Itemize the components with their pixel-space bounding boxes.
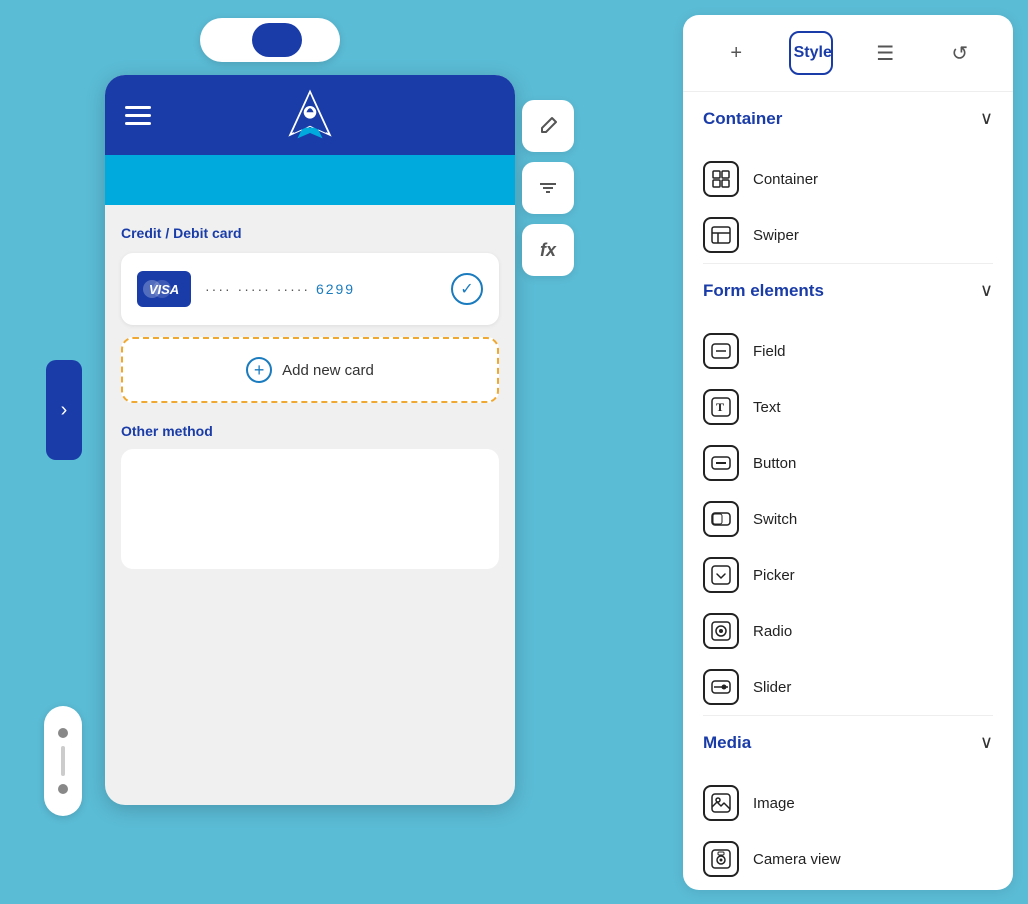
radio-label: Radio bbox=[753, 623, 792, 640]
toggle-bar[interactable] bbox=[200, 18, 340, 62]
swiper-label: Swiper bbox=[753, 227, 799, 244]
phone-header bbox=[105, 75, 515, 155]
button-label: Button bbox=[753, 455, 796, 472]
hamburger-menu-icon[interactable] bbox=[125, 106, 151, 125]
slider-label: Slider bbox=[753, 679, 791, 696]
chevron-right-icon: › bbox=[61, 399, 68, 422]
picker-label: Picker bbox=[753, 567, 795, 584]
switch-label: Switch bbox=[753, 511, 797, 528]
card-item[interactable]: VISA ···· ····· ····· 6299 ✓ bbox=[121, 253, 499, 325]
add-card-label: Add new card bbox=[282, 362, 374, 379]
panel-tab-add[interactable]: + bbox=[714, 31, 758, 75]
card-check-icon: ✓ bbox=[451, 273, 483, 305]
scroll-dot bbox=[58, 728, 68, 738]
other-method-label: Other method bbox=[121, 423, 499, 439]
credit-section-label: Credit / Debit card bbox=[121, 225, 499, 241]
panel-item-text[interactable]: T Text bbox=[683, 379, 1013, 435]
form-section-title: Form elements bbox=[703, 281, 824, 301]
list-icon: ☰ bbox=[876, 41, 894, 66]
radio-icon bbox=[703, 613, 739, 649]
media-section-title: Media bbox=[703, 733, 751, 753]
right-toolbar: fx bbox=[522, 100, 574, 276]
panel-item-map[interactable]: Map bbox=[683, 887, 1013, 890]
phone-frame: Credit / Debit card VISA ···· ····· ····… bbox=[105, 75, 515, 805]
field-label: Field bbox=[753, 343, 786, 360]
panel-tab-style[interactable]: Style bbox=[789, 31, 833, 75]
other-method-box bbox=[121, 449, 499, 569]
button-icon bbox=[703, 445, 739, 481]
toggle-knob bbox=[252, 23, 302, 57]
panel-item-image[interactable]: Image bbox=[683, 775, 1013, 831]
panel-tab-refresh[interactable]: ↺ bbox=[938, 31, 982, 75]
phone-cyan-bar bbox=[105, 155, 515, 205]
style-tab-label: Style bbox=[794, 44, 832, 62]
media-chevron-icon[interactable]: ∨ bbox=[980, 732, 993, 753]
container-chevron-icon[interactable]: ∨ bbox=[980, 108, 993, 129]
scroll-handle[interactable] bbox=[44, 706, 82, 816]
visa-card-icon: VISA bbox=[137, 271, 191, 307]
container-label: Container bbox=[753, 171, 818, 188]
form-chevron-icon[interactable]: ∨ bbox=[980, 280, 993, 301]
container-section-title: Container bbox=[703, 109, 782, 129]
slider-icon bbox=[703, 669, 739, 705]
filter-icon bbox=[537, 177, 559, 199]
form-section-header: Form elements ∨ bbox=[703, 280, 993, 301]
rocket-logo-icon bbox=[283, 88, 337, 142]
card-left: VISA ···· ····· ····· 6299 bbox=[137, 271, 355, 307]
panel-item-field[interactable]: Field bbox=[683, 323, 1013, 379]
picker-icon bbox=[703, 557, 739, 593]
formula-icon: fx bbox=[540, 240, 556, 261]
refresh-icon: ↺ bbox=[951, 41, 968, 66]
right-panel: + Style ☰ ↺ Container ∨ bbox=[683, 15, 1013, 890]
form-elements-section: Form elements ∨ bbox=[683, 264, 1013, 323]
panel-tab-list[interactable]: ☰ bbox=[863, 31, 907, 75]
container-icon bbox=[703, 161, 739, 197]
add-new-card-button[interactable]: + Add new card bbox=[121, 337, 499, 403]
text-icon: T bbox=[703, 389, 739, 425]
formula-toolbar-button[interactable]: fx bbox=[522, 224, 574, 276]
phone-content: Credit / Debit card VISA ···· ····· ····… bbox=[105, 205, 515, 589]
container-section: Container ∨ bbox=[683, 92, 1013, 151]
image-label: Image bbox=[753, 795, 795, 812]
media-section: Media ∨ bbox=[683, 716, 1013, 775]
panel-item-picker[interactable]: Picker bbox=[683, 547, 1013, 603]
media-section-header: Media ∨ bbox=[703, 732, 993, 753]
add-circle-icon: + bbox=[246, 357, 272, 383]
container-section-header: Container ∨ bbox=[703, 108, 993, 129]
filter-toolbar-button[interactable] bbox=[522, 162, 574, 214]
left-chevron-button[interactable]: › bbox=[46, 360, 82, 460]
panel-item-camera[interactable]: Camera view bbox=[683, 831, 1013, 887]
switch-icon bbox=[703, 501, 739, 537]
text-label: Text bbox=[753, 399, 781, 416]
scroll-dot-2 bbox=[58, 784, 68, 794]
svg-text:T: T bbox=[716, 400, 724, 414]
panel-item-radio[interactable]: Radio bbox=[683, 603, 1013, 659]
panel-item-container[interactable]: Container bbox=[683, 151, 1013, 207]
camera-icon bbox=[703, 841, 739, 877]
panel-item-switch[interactable]: Switch bbox=[683, 491, 1013, 547]
scroll-line bbox=[61, 746, 65, 776]
image-icon bbox=[703, 785, 739, 821]
plus-icon: + bbox=[730, 42, 742, 65]
field-icon bbox=[703, 333, 739, 369]
panel-tabs: + Style ☰ ↺ bbox=[683, 31, 1013, 92]
edit-icon bbox=[537, 115, 559, 137]
panel-item-swiper[interactable]: Swiper bbox=[683, 207, 1013, 263]
camera-label: Camera view bbox=[753, 851, 841, 868]
card-number: ···· ····· ····· 6299 bbox=[205, 281, 355, 297]
swiper-icon bbox=[703, 217, 739, 253]
panel-item-button[interactable]: Button bbox=[683, 435, 1013, 491]
panel-item-slider[interactable]: Slider bbox=[683, 659, 1013, 715]
edit-toolbar-button[interactable] bbox=[522, 100, 574, 152]
